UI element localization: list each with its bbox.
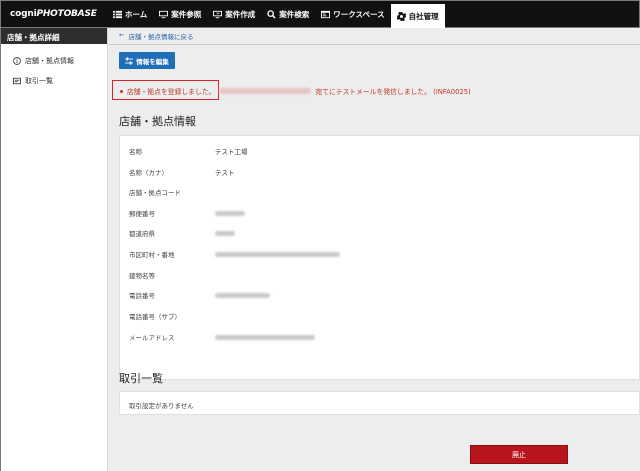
field-label: 市区町村・番地: [129, 251, 175, 259]
arrow-left-icon: ←: [119, 31, 125, 39]
field-value: テスト工場: [215, 148, 248, 156]
redacted-value: [215, 291, 270, 299]
field-label: 電話番号: [129, 292, 155, 300]
back-link[interactable]: ← 店舗・拠点情報に戻る: [119, 31, 193, 41]
bullet-icon: [120, 89, 123, 93]
trade-section-title: 取引一覧: [119, 372, 163, 385]
list-card-icon: [13, 77, 21, 85]
info-card: 名称 テスト工場 名称（カナ） テスト 店舗・拠点コード 郵便番号 都道府県 市…: [119, 135, 640, 380]
nav-case-search[interactable]: 案件検索: [261, 1, 315, 27]
sidebar-item-store-info[interactable]: 店舗・拠点情報: [1, 55, 107, 67]
field-label: 名称: [129, 148, 142, 156]
search-icon: [267, 9, 276, 19]
app-logo[interactable]: cogni PHOTOBASE: [1, 1, 107, 27]
sidebar-title: 店舗・拠点詳細: [1, 28, 107, 44]
info-section-title: 店舗・拠点情報: [119, 115, 196, 128]
field-label: 都道府県: [129, 230, 155, 238]
edit-info-button[interactable]: 情報を編集: [119, 52, 175, 69]
redacted-value: [215, 333, 315, 341]
workspace-icon: [321, 10, 331, 18]
field-label: 郵便番号: [129, 210, 155, 218]
abolish-button[interactable]: 廃止: [470, 445, 568, 464]
nav-home[interactable]: ホーム: [107, 1, 153, 27]
sidebar-item-trade-list[interactable]: 取引一覧: [1, 75, 107, 87]
success-alert: 店舗・拠点を登録しました。 宛てにテストメールを発信しました。 (INFA002…: [120, 86, 471, 96]
main-nav: ホーム 案件参照 案件作成 案件検索 ワークスペース 自社管理: [107, 1, 445, 28]
redacted-email: [219, 88, 312, 94]
trade-card: 取引設定がありません: [119, 391, 640, 415]
field-label: 電話番号（サブ）: [129, 313, 181, 321]
field-value: テスト: [215, 169, 235, 177]
sidebar: 店舗・拠点詳細 店舗・拠点情報 取引一覧: [0, 28, 108, 471]
main-content: ← 店舗・拠点情報に戻る 情報を編集 店舗・拠点を登録しました。 宛てにテストメ…: [109, 28, 640, 471]
monitor-edit-icon: [213, 10, 223, 18]
redacted-value: [215, 250, 340, 258]
field-label: 名称（カナ）: [129, 169, 168, 177]
field-label: 店舗・拠点コード: [129, 189, 181, 197]
nav-case-view[interactable]: 案件参照: [153, 1, 207, 27]
divider: [109, 44, 640, 45]
redacted-value: [215, 209, 245, 217]
nav-company-admin[interactable]: 自社管理: [390, 4, 445, 28]
top-bar: cogni PHOTOBASE ホーム 案件参照 案件作成 案件検索 ワークスペー…: [0, 0, 640, 28]
field-label: 建物名等: [129, 272, 155, 280]
field-label: メールアドレス: [129, 334, 175, 342]
redacted-value: [215, 229, 235, 237]
trade-empty-text: 取引設定がありません: [129, 402, 194, 410]
list-icon: [113, 10, 122, 18]
nav-workspace[interactable]: ワークスペース: [315, 1, 390, 27]
gear-icon: [396, 11, 406, 21]
sliders-icon: [125, 56, 134, 65]
monitor-icon: [159, 10, 169, 18]
nav-case-create[interactable]: 案件作成: [207, 1, 261, 27]
info-circle-icon: [13, 57, 21, 65]
